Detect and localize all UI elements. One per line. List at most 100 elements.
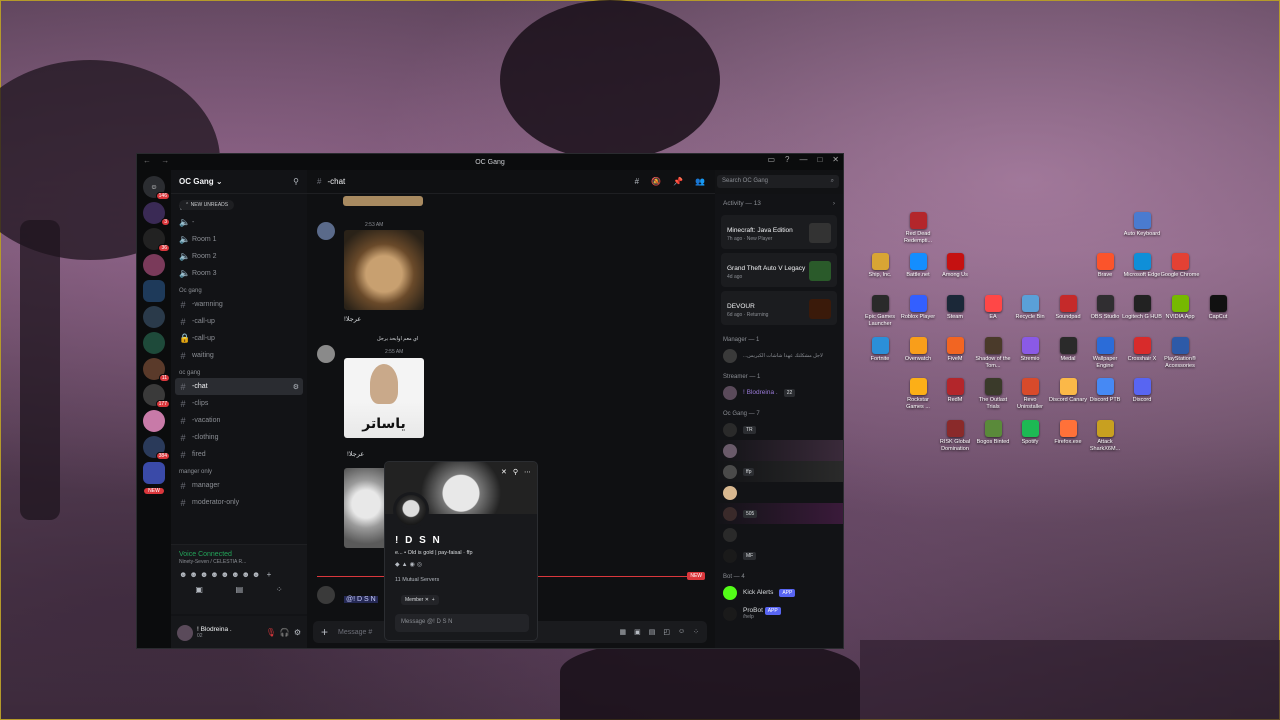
search-input[interactable]: Search OC Gang ⌕ xyxy=(717,175,839,188)
gif-icon[interactable]: ▤ xyxy=(649,628,656,636)
voice-channel[interactable]: 🔈 - xyxy=(171,214,307,231)
member-row[interactable] xyxy=(715,482,843,503)
deafen-icon[interactable]: 🎧 xyxy=(280,628,290,637)
avatar[interactable] xyxy=(317,586,335,604)
category-manager[interactable]: manger only xyxy=(171,463,307,477)
mutual-servers[interactable]: 11 Mutual Servers xyxy=(395,577,439,583)
desktop-shortcut[interactable]: Crosshair X xyxy=(1122,337,1162,363)
server-icon[interactable]: 11 xyxy=(143,358,170,382)
desktop-shortcut[interactable]: Discord PTB xyxy=(1085,378,1125,404)
desktop-shortcut[interactable]: Roblox Player xyxy=(898,295,938,321)
image-attachment[interactable]: ياساتر xyxy=(344,358,424,438)
server-icon[interactable]: 3 xyxy=(143,202,170,226)
desktop-shortcut[interactable]: EA xyxy=(973,295,1013,321)
avatar[interactable] xyxy=(317,222,335,240)
video-off-icon[interactable]: ▣ xyxy=(195,585,203,594)
activity-icon[interactable]: ⁘ xyxy=(276,585,283,594)
server-icon[interactable] xyxy=(143,254,165,276)
members-icon[interactable]: 👥 xyxy=(695,177,705,186)
desktop-shortcut[interactable]: Bogos Binted xyxy=(973,420,1013,446)
server-folder-icon[interactable] xyxy=(143,280,165,302)
block-icon[interactable]: ✕ xyxy=(501,468,507,476)
pin-icon[interactable]: 📌 xyxy=(673,177,683,186)
text-channel[interactable]: # waiting xyxy=(171,347,307,364)
image-attachment[interactable] xyxy=(344,468,388,548)
activity-header[interactable]: Activity — 13 › xyxy=(715,194,843,213)
role-pill[interactable]: Member ✕ + xyxy=(401,595,439,605)
reply-preview[interactable]: اي معم اوايحد يرجل xyxy=(377,336,418,342)
member-row[interactable]: TR xyxy=(715,419,843,440)
member-row[interactable]: ...لاجل مشكلتك عهدا شاشات الكبريس xyxy=(715,345,843,366)
avatar[interactable] xyxy=(317,345,335,363)
desktop-shortcut[interactable]: Medal xyxy=(1048,337,1088,363)
desktop-shortcut[interactable]: RISK Global Domination xyxy=(935,420,975,452)
add-attachment-icon[interactable]: + xyxy=(321,625,328,639)
member-row[interactable] xyxy=(715,524,843,545)
desktop-shortcut[interactable]: Recycle Bin xyxy=(1010,295,1050,321)
activities-icon[interactable]: ⁘ xyxy=(693,628,699,636)
member-row[interactable]: Kick Alerts APP xyxy=(715,582,843,603)
notifications-icon[interactable]: 🔕 xyxy=(651,177,661,186)
new-servers-badge[interactable]: NEW xyxy=(144,488,164,494)
avatar[interactable] xyxy=(177,624,193,641)
image-attachment[interactable] xyxy=(344,230,424,310)
desktop-shortcut[interactable]: Steam xyxy=(935,295,975,321)
desktop-shortcut[interactable]: Auto Keyboard xyxy=(1122,212,1162,238)
member-row[interactable]: ProBot APP/help xyxy=(715,603,843,624)
server-icon[interactable]: 384 xyxy=(143,436,170,460)
maximize-button[interactable]: □ xyxy=(817,155,822,164)
member-row[interactable] xyxy=(715,440,843,461)
desktop-shortcut[interactable]: Rockstar Games ... xyxy=(898,378,938,410)
text-channel[interactable]: # -warnning xyxy=(171,296,307,313)
desktop-shortcut[interactable]: FiveM xyxy=(935,337,975,363)
desktop-shortcut[interactable]: Ship, Inc. xyxy=(860,253,900,279)
more-icon[interactable]: ⋯ xyxy=(524,468,531,476)
desktop-shortcut[interactable]: Fortnite xyxy=(860,337,900,363)
desktop-shortcut[interactable]: CapCut xyxy=(1198,295,1238,321)
desktop-shortcut[interactable]: Stremio xyxy=(1010,337,1050,363)
gear-icon[interactable]: ⚙ xyxy=(294,628,301,637)
minimize-button[interactable]: — xyxy=(799,155,807,164)
desktop-shortcut[interactable]: Overwatch xyxy=(898,337,938,363)
server-icon[interactable] xyxy=(143,306,165,328)
desktop-shortcut[interactable]: The Outlast Trials xyxy=(973,378,1013,410)
desktop-shortcut[interactable]: Brave xyxy=(1085,253,1125,279)
desktop-shortcut[interactable]: OBS Studio xyxy=(1085,295,1125,321)
desktop-shortcut[interactable]: Discord Canary xyxy=(1048,378,1088,404)
member-row[interactable]: 505 xyxy=(715,503,843,524)
guild-header[interactable]: OC Gang ⌄ ⚲ xyxy=(171,170,307,194)
desktop-shortcut[interactable]: Attack SharkX6M... xyxy=(1085,420,1125,452)
text-channel[interactable]: 🔒 -call-up xyxy=(171,330,307,347)
text-channel[interactable]: # fired xyxy=(171,446,307,463)
close-button[interactable]: ✕ xyxy=(832,155,839,164)
desktop-shortcut[interactable]: Among Us xyxy=(935,253,975,279)
member-row[interactable]: ffp xyxy=(715,461,843,482)
voice-channel[interactable]: 🔈 Room 1 xyxy=(171,231,307,248)
activity-card[interactable]: Grand Theft Auto V Legacy 4d ago xyxy=(721,253,837,287)
help-icon[interactable]: ? xyxy=(785,155,789,164)
text-channel[interactable]: # manager xyxy=(171,477,307,494)
apps-icon[interactable]: ▦ xyxy=(619,628,626,636)
desktop-shortcut[interactable]: Discord xyxy=(1122,378,1162,404)
desktop-shortcut[interactable]: Soundpad xyxy=(1048,295,1088,321)
mention[interactable]: @! D S N xyxy=(344,596,378,603)
server-home[interactable]: ☺ 146 xyxy=(143,176,170,200)
nav-arrows[interactable]: ← → xyxy=(143,156,173,165)
desktop-shortcut[interactable]: Google Chrome xyxy=(1160,253,1200,279)
voice-channel[interactable]: 🔈 Room 3 xyxy=(171,265,307,282)
member-row[interactable]: ! Blodreina . 22 xyxy=(715,382,843,403)
category-oc-gang[interactable]: Oc gang xyxy=(171,282,307,296)
image-attachment[interactable] xyxy=(343,196,423,206)
text-channel[interactable]: # -clips xyxy=(171,395,307,412)
desktop-shortcut[interactable]: Wallpaper Engine xyxy=(1085,337,1125,369)
server-icon[interactable]: 177 xyxy=(143,384,170,408)
desktop-shortcut[interactable]: Revo Uninstaller xyxy=(1010,378,1050,410)
settings-icon[interactable]: ⚙ xyxy=(293,383,299,391)
text-channel[interactable]: # -vacation xyxy=(171,412,307,429)
text-channel-active[interactable]: # -chat ⚙ xyxy=(175,378,303,395)
add-member-icon[interactable]: ⚲ xyxy=(293,177,299,186)
voice-channel[interactable]: 🔈 Room 2 xyxy=(171,248,307,265)
voice-participants[interactable]: ☻☻☻☻☻☻☻☻ + xyxy=(171,566,307,583)
new-unreads-pill[interactable]: ⌃ NEW UNREADS xyxy=(179,200,235,210)
inbox-icon[interactable]: ▭ xyxy=(767,155,775,164)
